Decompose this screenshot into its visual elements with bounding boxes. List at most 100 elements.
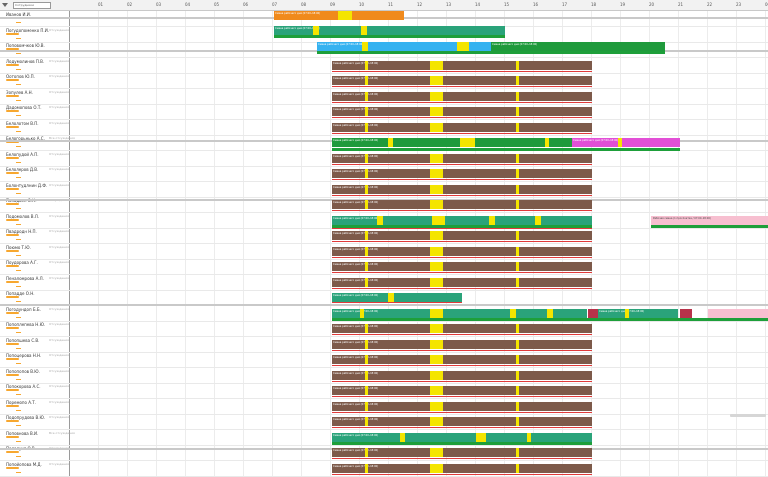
break-marker[interactable] — [516, 463, 519, 473]
break-marker[interactable] — [360, 308, 364, 318]
break-marker[interactable] — [400, 432, 405, 442]
alert-block[interactable] — [588, 308, 598, 318]
break-marker[interactable] — [430, 246, 443, 256]
break-marker[interactable] — [388, 293, 394, 302]
shift-bar[interactable]: Смена рабочего дня (07:00–18:00) — [332, 432, 592, 442]
break-marker[interactable] — [338, 11, 352, 20]
employee-search-input[interactable]: Сотрудники — [13, 2, 51, 9]
break-marker[interactable] — [365, 122, 368, 132]
break-marker[interactable] — [516, 417, 519, 426]
shift-bar[interactable]: Смена рабочего дня (07:00–18:00) — [332, 91, 592, 101]
break-marker[interactable] — [365, 107, 368, 116]
break-marker[interactable] — [618, 138, 622, 147]
shift-bar[interactable]: Смена рабочего дня (07:00–18:00) — [332, 463, 592, 473]
break-marker[interactable] — [313, 26, 319, 35]
break-marker[interactable] — [430, 277, 443, 287]
break-marker[interactable] — [365, 324, 368, 333]
shift-bar[interactable]: Смена рабочего дня (07:00–18:00) — [332, 293, 462, 302]
shift-bar[interactable]: Смена рабочего дня (07:00–18:00) — [332, 169, 592, 178]
break-marker[interactable] — [365, 463, 368, 473]
shift-bar[interactable]: Смена рабочего дня (07:00–18:00) — [274, 26, 505, 35]
break-marker[interactable] — [516, 169, 519, 178]
break-marker[interactable] — [365, 91, 368, 101]
break-marker[interactable] — [430, 169, 443, 178]
event-block[interactable] — [708, 308, 768, 318]
break-marker[interactable] — [489, 215, 495, 225]
break-marker[interactable] — [388, 138, 393, 147]
break-marker[interactable] — [377, 215, 383, 225]
break-marker[interactable] — [516, 401, 519, 411]
break-marker[interactable] — [460, 138, 475, 147]
break-marker[interactable] — [365, 153, 368, 163]
break-marker[interactable] — [365, 76, 368, 85]
break-marker[interactable] — [365, 184, 368, 194]
shift-bar[interactable]: Смена рабочего дня (07:00–18:00) — [491, 42, 665, 51]
horizontal-scrollbar[interactable] — [730, 414, 766, 417]
break-marker[interactable] — [516, 324, 519, 333]
shift-bar[interactable]: Смена рабочего дня (07:00–18:00) — [332, 200, 592, 209]
break-marker[interactable] — [547, 308, 553, 318]
break-marker[interactable] — [516, 339, 519, 349]
shift-bar[interactable]: Смена рабочего дня (07:00–18:00) — [332, 448, 592, 457]
break-marker[interactable] — [430, 401, 443, 411]
break-marker[interactable] — [535, 215, 541, 225]
break-marker[interactable] — [430, 386, 443, 395]
break-marker[interactable] — [430, 200, 443, 209]
break-marker[interactable] — [516, 355, 519, 364]
shift-bar[interactable]: Смена рабочего дня (07:00–18:00) — [332, 370, 592, 380]
break-marker[interactable] — [527, 432, 531, 442]
break-marker[interactable] — [516, 60, 519, 70]
break-marker[interactable] — [430, 355, 443, 364]
shift-bar[interactable]: Смена рабочего дня (07:00–18:00) — [332, 339, 592, 349]
break-marker[interactable] — [365, 370, 368, 380]
break-marker[interactable] — [430, 60, 443, 70]
break-marker[interactable] — [430, 153, 443, 163]
break-marker[interactable] — [476, 432, 486, 442]
break-marker[interactable] — [365, 169, 368, 178]
break-marker[interactable] — [365, 60, 368, 70]
shift-bar[interactable]: Смена рабочего дня (07:00–18:00) — [332, 277, 592, 287]
break-marker[interactable] — [365, 246, 368, 256]
break-marker[interactable] — [430, 417, 443, 426]
shift-bar[interactable]: Смена рабочего дня (07:00–18:00) — [332, 184, 592, 194]
break-marker[interactable] — [365, 386, 368, 395]
break-marker[interactable] — [516, 200, 519, 209]
shift-bar[interactable]: Смена рабочего дня (07:00–18:00) — [332, 107, 592, 116]
break-marker[interactable] — [516, 91, 519, 101]
break-marker[interactable] — [365, 355, 368, 364]
break-marker[interactable] — [430, 339, 443, 349]
shift-bar[interactable]: Смена рабочего дня (07:00–18:00) — [332, 401, 592, 411]
shift-bar[interactable]: Смена рабочего дня (07:00–18:00) — [332, 76, 592, 85]
shift-bar[interactable]: Смена рабочего дня (07:00–18:00) — [332, 246, 592, 256]
break-marker[interactable] — [365, 448, 368, 457]
break-marker[interactable] — [430, 370, 443, 380]
break-marker[interactable] — [365, 277, 368, 287]
shift-bar[interactable]: Смена рабочего дня (07:00–18:00) — [332, 153, 592, 163]
break-marker[interactable] — [430, 308, 443, 318]
break-marker[interactable] — [365, 231, 368, 240]
break-marker[interactable] — [545, 138, 549, 147]
break-marker[interactable] — [516, 76, 519, 85]
break-marker[interactable] — [625, 308, 629, 318]
shift-bar[interactable]: Смена рабочего дня (07:00–18:00) — [332, 215, 592, 225]
shift-bar[interactable]: Смена рабочего дня (07:00–18:00) — [332, 60, 592, 70]
break-marker[interactable] — [365, 401, 368, 411]
break-marker[interactable] — [516, 184, 519, 194]
shift-bar[interactable]: Смена рабочего дня (07:00–18:00) — [572, 138, 680, 147]
break-marker[interactable] — [430, 463, 443, 473]
break-marker[interactable] — [365, 417, 368, 426]
break-marker[interactable] — [430, 122, 443, 132]
break-marker[interactable] — [430, 91, 443, 101]
break-marker[interactable] — [430, 324, 443, 333]
shift-bar[interactable]: Смена рабочего дня (07:00–18:00) — [332, 231, 592, 240]
break-marker[interactable] — [516, 246, 519, 256]
break-marker[interactable] — [516, 107, 519, 116]
shift-bar[interactable]: Смена рабочего дня (07:00–18:00) — [332, 417, 592, 426]
break-marker[interactable] — [365, 200, 368, 209]
break-marker[interactable] — [362, 42, 368, 51]
shift-bar[interactable]: Смена рабочего дня (07:00–18:00) — [332, 355, 592, 364]
break-marker[interactable] — [430, 262, 443, 271]
shift-bar[interactable]: Смена рабочего дня (07:00–18:00) — [332, 386, 592, 395]
break-marker[interactable] — [516, 386, 519, 395]
break-marker[interactable] — [516, 370, 519, 380]
